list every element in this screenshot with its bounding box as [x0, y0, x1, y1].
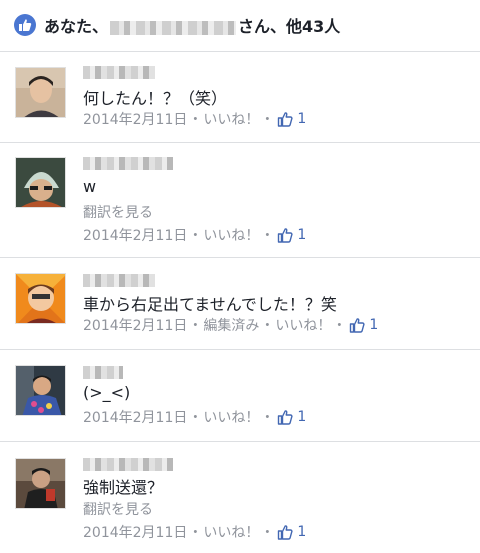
comment-meta: 2014年2月11日 ・ いいね！ ・ 1: [83, 109, 306, 129]
see-translation-link[interactable]: 翻訳を見る: [83, 202, 153, 222]
like-button[interactable]: いいね！: [203, 109, 259, 129]
comment-date[interactable]: 2014年2月11日: [83, 225, 187, 245]
comment-date[interactable]: 2014年2月11日: [83, 522, 187, 542]
avatar[interactable]: [15, 157, 66, 208]
avatar[interactable]: [15, 458, 66, 509]
separator: ・: [188, 318, 203, 334]
likes-summary-text: あなた、 さん、他43人: [44, 13, 340, 37]
comment-item: 何したん！？（笑） 2014年2月11日 ・ いいね！ ・ 1: [0, 52, 480, 143]
likes-summary[interactable]: あなた、 さん、他43人: [0, 0, 480, 52]
comment-date[interactable]: 2014年2月11日: [83, 315, 187, 335]
comment-text: 強制送還？: [83, 478, 164, 497]
like-count[interactable]: 1: [297, 524, 306, 540]
separator: ・: [188, 410, 203, 426]
thumb-up-outline-icon[interactable]: [277, 227, 293, 243]
redacted-name: [83, 458, 173, 471]
comment-text: 何したん！？（笑）: [83, 89, 228, 108]
redacted-names: [110, 20, 237, 35]
like-count[interactable]: 1: [297, 409, 306, 425]
separator: ・: [260, 410, 275, 426]
like-button[interactable]: いいね！: [203, 522, 259, 542]
comment-item: 車から右足出てませんでした！？笑 2014年2月11日 ・ 編集済み ・ いいね…: [0, 258, 480, 350]
thumb-up-outline-icon[interactable]: [277, 409, 293, 425]
separator: ・: [188, 112, 203, 128]
edited-label[interactable]: 編集済み: [203, 315, 259, 335]
comment-item: 強制送還？ 翻訳を見る 2014年2月11日 ・ いいね！ ・ 1: [0, 442, 480, 553]
separator: ・: [260, 112, 275, 128]
comment-meta: 2014年2月11日 ・ いいね！ ・ 1: [83, 225, 306, 245]
separator: ・: [260, 525, 275, 541]
redacted-name: [83, 366, 123, 379]
like-count[interactable]: 1: [297, 227, 306, 243]
avatar[interactable]: [15, 273, 66, 324]
comment-meta: 2014年2月11日 ・ いいね！ ・ 1: [83, 407, 306, 427]
comment-text: w: [83, 177, 97, 196]
separator: ・: [332, 318, 347, 334]
avatar[interactable]: [15, 365, 66, 416]
like-thumb-circle-icon: [14, 14, 36, 36]
comment-thread: あなた、 さん、他43人 何したん！？（笑） 2014年2月11日 ・ いいね！ …: [0, 0, 480, 553]
like-button[interactable]: いいね！: [275, 315, 331, 335]
see-translation-link[interactable]: 翻訳を見る: [83, 499, 153, 519]
avatar[interactable]: [15, 67, 66, 118]
redacted-name: [83, 157, 173, 170]
separator: ・: [260, 228, 275, 244]
redacted-name: [83, 66, 155, 79]
comment-date[interactable]: 2014年2月11日: [83, 109, 187, 129]
thumb-up-outline-icon[interactable]: [277, 111, 293, 127]
redacted-name: [83, 274, 155, 287]
comment-date[interactable]: 2014年2月11日: [83, 407, 187, 427]
thumb-up-outline-icon[interactable]: [349, 317, 365, 333]
like-button[interactable]: いいね！: [203, 225, 259, 245]
comment-item: w 翻訳を見る 2014年2月11日 ・ いいね！ ・ 1: [0, 143, 480, 258]
like-count[interactable]: 1: [297, 111, 306, 127]
likes-suffix: さん、他43人: [238, 17, 341, 36]
likes-prefix: あなた、: [44, 17, 109, 36]
comment-text: (>_<): [83, 383, 131, 402]
separator: ・: [260, 318, 275, 334]
thumb-up-outline-icon[interactable]: [277, 524, 293, 540]
separator: ・: [188, 525, 203, 541]
comment-meta: 2014年2月11日 ・ 編集済み ・ いいね！ ・ 1: [83, 315, 378, 335]
comment-meta: 2014年2月11日 ・ いいね！ ・ 1: [83, 522, 306, 542]
comment-text: 車から右足出てませんでした！？笑: [83, 295, 337, 314]
like-count[interactable]: 1: [369, 317, 378, 333]
comment-item: (>_<) 2014年2月11日 ・ いいね！ ・ 1: [0, 350, 480, 442]
like-button[interactable]: いいね！: [203, 407, 259, 427]
separator: ・: [188, 228, 203, 244]
